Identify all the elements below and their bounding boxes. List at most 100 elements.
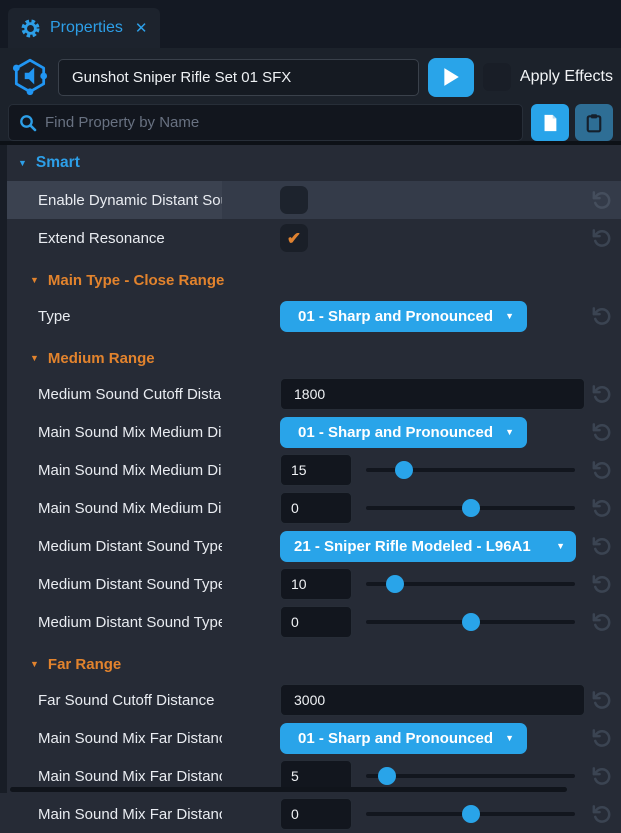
paste-properties-button[interactable] — [575, 104, 613, 141]
property-label: Main Sound Mix Far Distance — [38, 768, 222, 785]
reset-icon[interactable] — [590, 189, 613, 212]
collapse-arrow-icon: ▼ — [30, 353, 39, 363]
apply-effects-label: Apply Effects — [520, 68, 613, 86]
property-label: Enable Dynamic Distant Sound — [38, 192, 222, 209]
gear-icon — [20, 18, 41, 39]
reset-icon[interactable] — [590, 497, 613, 520]
dropdown-value: 01 - Sharp and Pronounced — [298, 308, 493, 325]
reset-icon[interactable] — [590, 727, 613, 750]
property-label: Main Sound Mix Far Distance — [38, 806, 222, 823]
property-label: Main Sound Mix Medium Distance — [38, 462, 222, 479]
value-input[interactable] — [280, 684, 585, 716]
section-medium-range[interactable]: ▼ Medium Range — [7, 343, 621, 373]
property-row: Type 01 - Sharp and Pronounced ▼ — [7, 297, 621, 335]
property-label: Type — [38, 308, 222, 325]
slider[interactable] — [366, 454, 575, 486]
value-input[interactable] — [280, 378, 585, 410]
section-far-range[interactable]: ▼ Far Range — [7, 649, 621, 679]
dropdown-value: 01 - Sharp and Pronounced — [298, 730, 493, 747]
dropdown-value: 21 - Sniper Rifle Modeled - L96A1 — [294, 538, 531, 555]
value-input[interactable] — [280, 606, 352, 638]
dropdown-value: 01 - Sharp and Pronounced — [298, 424, 493, 441]
paste-clipboard-icon — [584, 112, 604, 134]
search-input[interactable] — [45, 114, 512, 131]
mix-type-dropdown[interactable]: 01 - Sharp and Pronounced ▼ — [280, 417, 527, 448]
slider[interactable] — [366, 492, 575, 524]
property-row: Medium Distant Sound Type — [7, 565, 621, 603]
tab-properties[interactable]: Properties ✕ — [8, 8, 160, 48]
checkbox[interactable]: ✔ — [280, 224, 308, 252]
reset-icon[interactable] — [590, 611, 613, 634]
collapse-arrow-icon: ▼ — [18, 158, 27, 168]
value-input[interactable] — [280, 568, 352, 600]
close-icon[interactable]: ✕ — [135, 19, 148, 37]
property-label: Medium Sound Cutoff Distance — [38, 386, 222, 403]
property-label: Medium Distant Sound Type — [38, 576, 222, 593]
slider[interactable] — [366, 606, 575, 638]
property-row: Enable Dynamic Distant Sound — [7, 181, 621, 219]
play-icon — [442, 67, 460, 87]
section-main-type-close-range[interactable]: ▼ Main Type - Close Range — [7, 265, 621, 295]
section-label: Main Type - Close Range — [48, 272, 224, 289]
copy-document-icon — [540, 112, 560, 134]
value-input[interactable] — [280, 798, 352, 830]
distant-sound-type-dropdown[interactable]: 21 - Sniper Rifle Modeled - L96A1 ▼ — [280, 531, 576, 562]
search-icon — [19, 114, 37, 132]
checkbox[interactable] — [280, 186, 308, 214]
slider-thumb[interactable] — [462, 499, 480, 517]
copy-properties-button[interactable] — [531, 104, 569, 141]
property-label: Far Sound Cutoff Distance — [38, 692, 222, 709]
property-row: Extend Resonance ✔ — [7, 219, 621, 257]
section-label: Far Range — [48, 656, 121, 673]
collapse-arrow-icon: ▼ — [30, 275, 39, 285]
tab-bar: Properties ✕ — [0, 0, 621, 48]
property-row: Main Sound Mix Medium Distance — [7, 451, 621, 489]
property-label: Extend Resonance — [38, 230, 222, 247]
play-button[interactable] — [428, 58, 474, 97]
reset-icon[interactable] — [590, 689, 613, 712]
chevron-down-icon: ▼ — [505, 733, 514, 743]
reset-icon[interactable] — [590, 765, 613, 788]
property-label: Main Sound Mix Medium Distance — [38, 424, 222, 441]
reset-icon[interactable] — [590, 227, 613, 250]
reset-icon[interactable] — [590, 459, 613, 482]
reset-icon[interactable] — [590, 573, 613, 596]
property-row: Main Sound Mix Medium Distance 01 - Shar… — [7, 413, 621, 451]
property-row: Main Sound Mix Medium Distance — [7, 489, 621, 527]
collapse-arrow-icon: ▼ — [30, 659, 39, 669]
slider[interactable] — [366, 568, 575, 600]
chevron-down-icon: ▼ — [556, 541, 565, 551]
section-smart[interactable]: ▼ Smart — [7, 145, 621, 181]
section-label: Medium Range — [48, 350, 155, 367]
reset-icon[interactable] — [590, 421, 613, 444]
property-row: Medium Distant Sound Type 21 - Sniper Ri… — [7, 527, 621, 565]
slider-thumb[interactable] — [395, 461, 413, 479]
slider-thumb[interactable] — [378, 767, 396, 785]
property-row: Medium Distant Sound Type — [7, 603, 621, 641]
check-icon: ✔ — [287, 230, 301, 247]
slider-track — [366, 774, 575, 778]
property-row: Medium Sound Cutoff Distance — [7, 375, 621, 413]
object-name-input[interactable] — [58, 59, 419, 96]
slider-thumb[interactable] — [462, 613, 480, 631]
left-gutter — [0, 145, 7, 793]
reset-icon[interactable] — [590, 305, 613, 328]
reset-icon[interactable] — [590, 383, 613, 406]
type-dropdown[interactable]: 01 - Sharp and Pronounced ▼ — [280, 301, 527, 332]
slider[interactable] — [366, 798, 575, 830]
horizontal-scrollbar[interactable] — [10, 787, 567, 792]
value-input[interactable] — [280, 492, 352, 524]
property-row: Main Sound Mix Far Distance — [7, 795, 621, 833]
chevron-down-icon: ▼ — [505, 311, 514, 321]
slider-thumb[interactable] — [386, 575, 404, 593]
section-label: Smart — [36, 154, 80, 172]
property-row: Far Sound Cutoff Distance — [7, 681, 621, 719]
value-input[interactable] — [280, 454, 352, 486]
apply-effects-checkbox[interactable] — [483, 63, 511, 91]
reset-icon[interactable] — [590, 803, 613, 826]
property-row: Main Sound Mix Far Distance 01 - Sharp a… — [7, 719, 621, 757]
property-search — [8, 104, 523, 141]
reset-icon[interactable] — [590, 535, 613, 558]
slider-thumb[interactable] — [462, 805, 480, 823]
mix-type-dropdown[interactable]: 01 - Sharp and Pronounced ▼ — [280, 723, 527, 754]
